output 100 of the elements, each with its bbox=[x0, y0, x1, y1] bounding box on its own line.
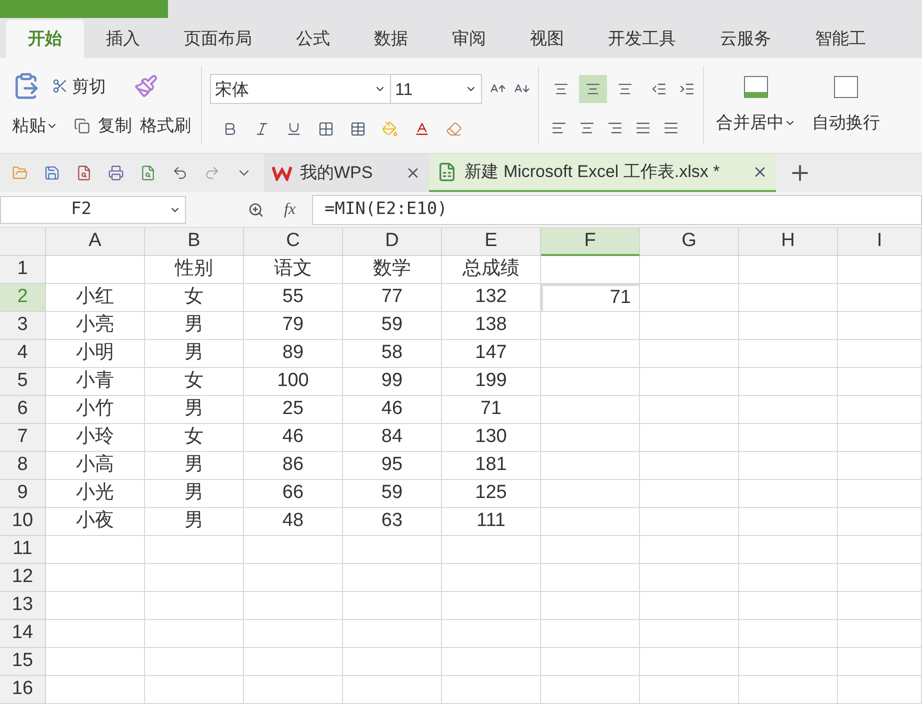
table-cell[interactable] bbox=[46, 256, 145, 284]
ribbon-tab[interactable]: 插入 bbox=[84, 20, 162, 58]
underline-icon[interactable] bbox=[286, 120, 302, 137]
table-cell[interactable] bbox=[46, 536, 145, 564]
ribbon-tab[interactable]: 开始 bbox=[6, 20, 84, 58]
table-cell[interactable] bbox=[739, 592, 838, 620]
ribbon-tab[interactable]: 数据 bbox=[352, 20, 430, 58]
column-header[interactable]: H bbox=[739, 228, 838, 256]
table-cell[interactable] bbox=[244, 676, 343, 704]
table-cell[interactable]: 男 bbox=[145, 508, 244, 536]
undo-icon[interactable] bbox=[172, 165, 188, 181]
table-cell[interactable] bbox=[541, 312, 640, 340]
table-cell[interactable]: 79 bbox=[244, 312, 343, 340]
table-cell[interactable]: 25 bbox=[244, 396, 343, 424]
table-cell[interactable]: 59 bbox=[343, 480, 442, 508]
table-cell[interactable]: 小红 bbox=[46, 284, 145, 312]
column-header[interactable]: C bbox=[244, 228, 343, 256]
table-cell[interactable]: 女 bbox=[145, 368, 244, 396]
table-cell[interactable]: 48 bbox=[244, 508, 343, 536]
ribbon-tab[interactable]: 视图 bbox=[508, 20, 586, 58]
table-cell[interactable] bbox=[145, 564, 244, 592]
table-cell[interactable] bbox=[739, 648, 838, 676]
row-header[interactable]: 7 bbox=[0, 424, 46, 452]
paste-button[interactable]: 粘贴 bbox=[12, 113, 58, 139]
column-header[interactable]: B bbox=[145, 228, 244, 256]
function-label[interactable]: fx bbox=[284, 198, 296, 222]
table-cell[interactable] bbox=[838, 508, 922, 536]
table-cell[interactable]: 84 bbox=[343, 424, 442, 452]
table-cell[interactable] bbox=[442, 676, 541, 704]
table-cell[interactable] bbox=[541, 480, 640, 508]
table-cell[interactable] bbox=[442, 648, 541, 676]
table-cell[interactable]: 59 bbox=[343, 312, 442, 340]
table-cell[interactable] bbox=[640, 564, 739, 592]
table-cell[interactable]: 小亮 bbox=[46, 312, 145, 340]
table-cell[interactable]: 199 bbox=[442, 368, 541, 396]
table-cell[interactable]: 100 bbox=[244, 368, 343, 396]
table-cell[interactable] bbox=[343, 648, 442, 676]
table-cell[interactable] bbox=[640, 284, 739, 312]
table-cell[interactable] bbox=[739, 256, 838, 284]
table-cell[interactable]: 女 bbox=[145, 424, 244, 452]
table-cell[interactable] bbox=[838, 480, 922, 508]
table-cell[interactable]: 58 bbox=[343, 340, 442, 368]
column-header[interactable]: G bbox=[640, 228, 739, 256]
row-header[interactable]: 8 bbox=[0, 452, 46, 480]
table-cell[interactable] bbox=[343, 592, 442, 620]
table-cell[interactable] bbox=[541, 340, 640, 368]
active-cell[interactable]: 71 bbox=[541, 284, 640, 312]
paintbrush-icon[interactable] bbox=[134, 74, 158, 98]
table-cell[interactable] bbox=[541, 256, 640, 284]
table-cell[interactable] bbox=[739, 480, 838, 508]
row-header[interactable]: 12 bbox=[0, 564, 46, 592]
table-cell[interactable]: 总成绩 bbox=[442, 256, 541, 284]
table-cell[interactable]: 46 bbox=[343, 396, 442, 424]
table-cell[interactable] bbox=[541, 592, 640, 620]
table-cell[interactable] bbox=[145, 592, 244, 620]
table-cell[interactable]: 男 bbox=[145, 452, 244, 480]
table-cell[interactable] bbox=[541, 676, 640, 704]
table-cell[interactable] bbox=[739, 564, 838, 592]
ribbon-tab[interactable]: 云服务 bbox=[698, 20, 793, 58]
save-icon[interactable] bbox=[44, 165, 60, 181]
table-cell[interactable]: 46 bbox=[244, 424, 343, 452]
table-cell[interactable] bbox=[640, 648, 739, 676]
table-cell[interactable] bbox=[739, 396, 838, 424]
table-cell[interactable] bbox=[46, 564, 145, 592]
ribbon-tab[interactable]: 页面布局 bbox=[162, 20, 274, 58]
row-header[interactable]: 15 bbox=[0, 648, 46, 676]
ribbon-tab[interactable]: 审阅 bbox=[430, 20, 508, 58]
row-header[interactable]: 13 bbox=[0, 592, 46, 620]
table-icon[interactable] bbox=[350, 120, 366, 137]
table-cell[interactable] bbox=[541, 564, 640, 592]
table-cell[interactable]: 性别 bbox=[145, 256, 244, 284]
table-cell[interactable]: 男 bbox=[145, 312, 244, 340]
table-cell[interactable] bbox=[46, 676, 145, 704]
table-cell[interactable] bbox=[739, 340, 838, 368]
column-header[interactable]: E bbox=[442, 228, 541, 256]
name-box[interactable]: F2 bbox=[0, 196, 186, 224]
table-cell[interactable] bbox=[739, 508, 838, 536]
column-header[interactable]: D bbox=[343, 228, 442, 256]
table-cell[interactable] bbox=[640, 340, 739, 368]
table-cell[interactable]: 125 bbox=[442, 480, 541, 508]
italic-icon[interactable] bbox=[254, 120, 270, 137]
ribbon-tab[interactable]: 智能工 bbox=[793, 20, 888, 58]
table-cell[interactable] bbox=[442, 564, 541, 592]
table-cell[interactable] bbox=[838, 592, 922, 620]
table-cell[interactable]: 数学 bbox=[343, 256, 442, 284]
row-header[interactable]: 14 bbox=[0, 620, 46, 648]
table-cell[interactable] bbox=[640, 312, 739, 340]
table-cell[interactable] bbox=[46, 592, 145, 620]
table-cell[interactable] bbox=[640, 592, 739, 620]
table-cell[interactable] bbox=[838, 284, 922, 312]
table-cell[interactable] bbox=[541, 368, 640, 396]
table-cell[interactable]: 小高 bbox=[46, 452, 145, 480]
zoom-icon[interactable] bbox=[248, 202, 264, 218]
eraser-icon[interactable] bbox=[446, 120, 462, 137]
table-cell[interactable] bbox=[838, 312, 922, 340]
table-cell[interactable] bbox=[739, 312, 838, 340]
table-cell[interactable] bbox=[343, 676, 442, 704]
table-cell[interactable] bbox=[541, 648, 640, 676]
table-cell[interactable] bbox=[739, 284, 838, 312]
table-cell[interactable] bbox=[46, 648, 145, 676]
